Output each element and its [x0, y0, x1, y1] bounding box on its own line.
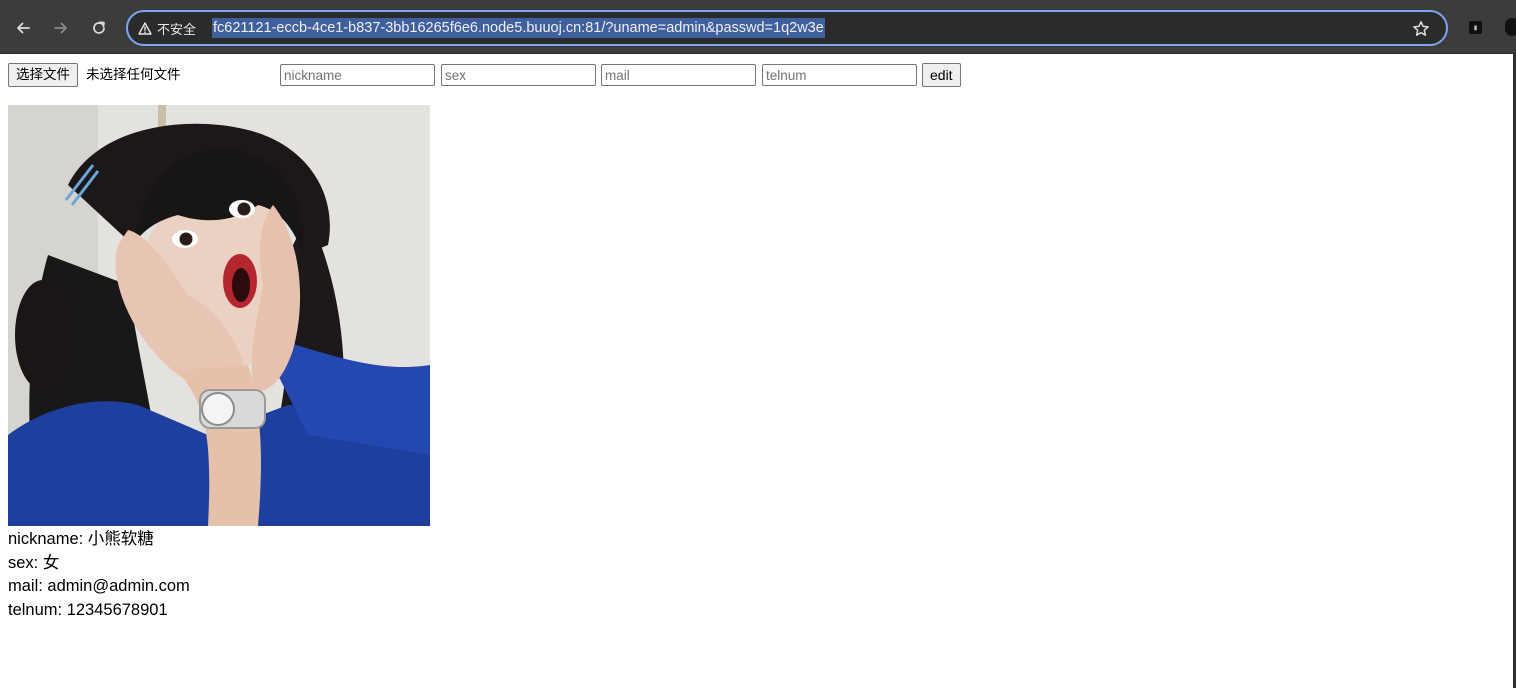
forward-button[interactable] [47, 14, 75, 42]
profile-avatar[interactable] [1505, 18, 1516, 36]
reload-button[interactable] [85, 14, 113, 42]
profile-telnum: telnum: 12345678901 [8, 600, 168, 619]
avatar-photo [8, 105, 430, 526]
page-content: 选择文件 未选择任何文件 edit [0, 54, 1513, 688]
security-label: 不安全 [157, 22, 197, 38]
avatar [8, 105, 430, 526]
arrow-right-icon [54, 22, 67, 34]
warning-icon [138, 21, 152, 35]
back-button[interactable] [9, 14, 37, 42]
address-bar[interactable]: 不安全 fc621121-eccb-4ce1-b837-3bb16265f6e6… [126, 10, 1448, 46]
bookmark-button[interactable] [1410, 18, 1432, 40]
profile-mail: mail: admin@admin.com [8, 577, 190, 595]
security-indicator[interactable]: 不安全 [138, 18, 196, 38]
profile-nickname: nickname: 小熊软糖 [8, 530, 154, 548]
profile-sex: sex: 女 [8, 553, 60, 572]
nickname-input[interactable] [280, 64, 435, 86]
choose-file-button[interactable]: 选择文件 [8, 63, 78, 87]
profile-info: nickname: 小熊软糖 sex: 女 mail: admin@admin.… [8, 528, 190, 622]
star-icon [1413, 21, 1429, 36]
file-status-text: 未选择任何文件 [86, 67, 181, 83]
url-text[interactable]: fc621121-eccb-4ce1-b837-3bb16265f6e6.nod… [212, 18, 825, 38]
arrow-left-icon [17, 22, 30, 34]
reload-icon [93, 21, 105, 34]
browser-window: 不安全 fc621121-eccb-4ce1-b837-3bb16265f6e6… [0, 0, 1516, 688]
browser-toolbar: 不安全 fc621121-eccb-4ce1-b837-3bb16265f6e6… [0, 0, 1516, 54]
sex-input[interactable] [441, 64, 596, 86]
edit-button[interactable]: edit [922, 63, 961, 87]
telnum-input[interactable] [762, 64, 917, 86]
extension-icon[interactable]: ▮ [1469, 21, 1482, 34]
mail-input[interactable] [601, 64, 756, 86]
